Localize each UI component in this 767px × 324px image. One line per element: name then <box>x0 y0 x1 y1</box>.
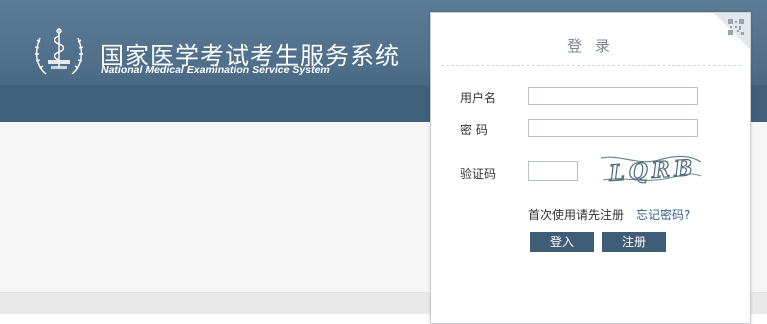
site-subtitle: National Medical Examination Service Sys… <box>101 64 330 76</box>
password-label: 密 码 <box>460 123 488 137</box>
username-input[interactable] <box>528 87 698 105</box>
captcha-image[interactable]: LQRB <box>599 152 703 186</box>
title-divider <box>441 65 741 66</box>
forgot-password-link[interactable]: 忘记密码? <box>636 206 690 223</box>
login-title: 登 录 <box>567 37 614 55</box>
login-panel: 登 录 用户名 密 码 验证码 LQRB 首次使用请先注册 忘记密码? 登入 注… <box>430 12 751 324</box>
emblem-icon <box>34 28 84 75</box>
login-button[interactable]: 登入 <box>530 232 594 252</box>
captcha-label: 验证码 <box>460 167 497 181</box>
register-button[interactable]: 注册 <box>602 232 666 252</box>
qr-code-icon[interactable] <box>728 19 744 35</box>
first-use-register-text[interactable]: 首次使用请先注册 <box>528 206 624 223</box>
username-label: 用户名 <box>460 91 497 105</box>
password-input[interactable] <box>528 119 698 137</box>
captcha-text: LQRB <box>607 155 697 186</box>
captcha-input[interactable] <box>528 161 578 181</box>
